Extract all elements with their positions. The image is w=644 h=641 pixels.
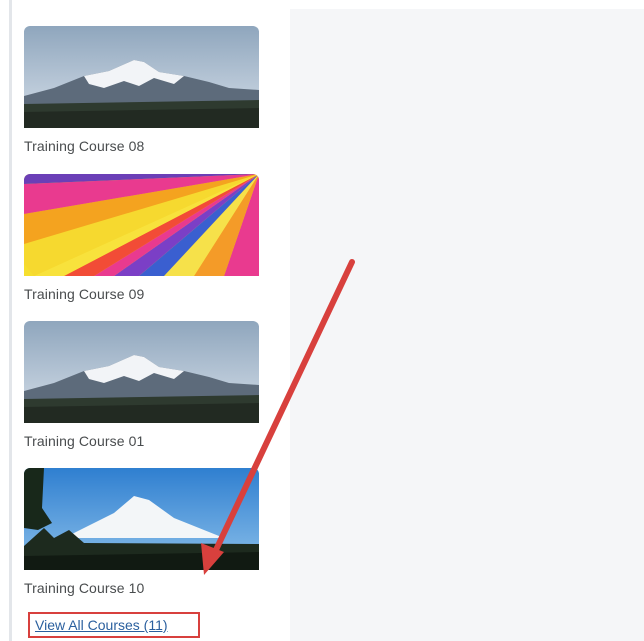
top-strip bbox=[12, 0, 644, 9]
course-card-09[interactable]: Training Course 09 bbox=[24, 174, 259, 302]
course-image-balloon[interactable] bbox=[24, 174, 259, 276]
course-image-mountain[interactable] bbox=[24, 321, 259, 423]
main-content-area bbox=[290, 9, 644, 641]
course-card-01[interactable]: Training Course 01 bbox=[24, 321, 259, 449]
left-gutter bbox=[0, 0, 9, 641]
course-card-08[interactable]: Training Course 08 bbox=[24, 26, 259, 154]
course-image-mountain-forest[interactable] bbox=[24, 468, 259, 570]
course-card-10[interactable]: Training Course 10 bbox=[24, 468, 259, 596]
course-image-mountain[interactable] bbox=[24, 26, 259, 128]
course-title[interactable]: Training Course 01 bbox=[24, 433, 259, 449]
course-title[interactable]: Training Course 08 bbox=[24, 138, 259, 154]
course-title[interactable]: Training Course 10 bbox=[24, 580, 259, 596]
view-all-courses-link[interactable]: View All Courses (11) bbox=[35, 617, 168, 633]
course-title[interactable]: Training Course 09 bbox=[24, 286, 259, 302]
